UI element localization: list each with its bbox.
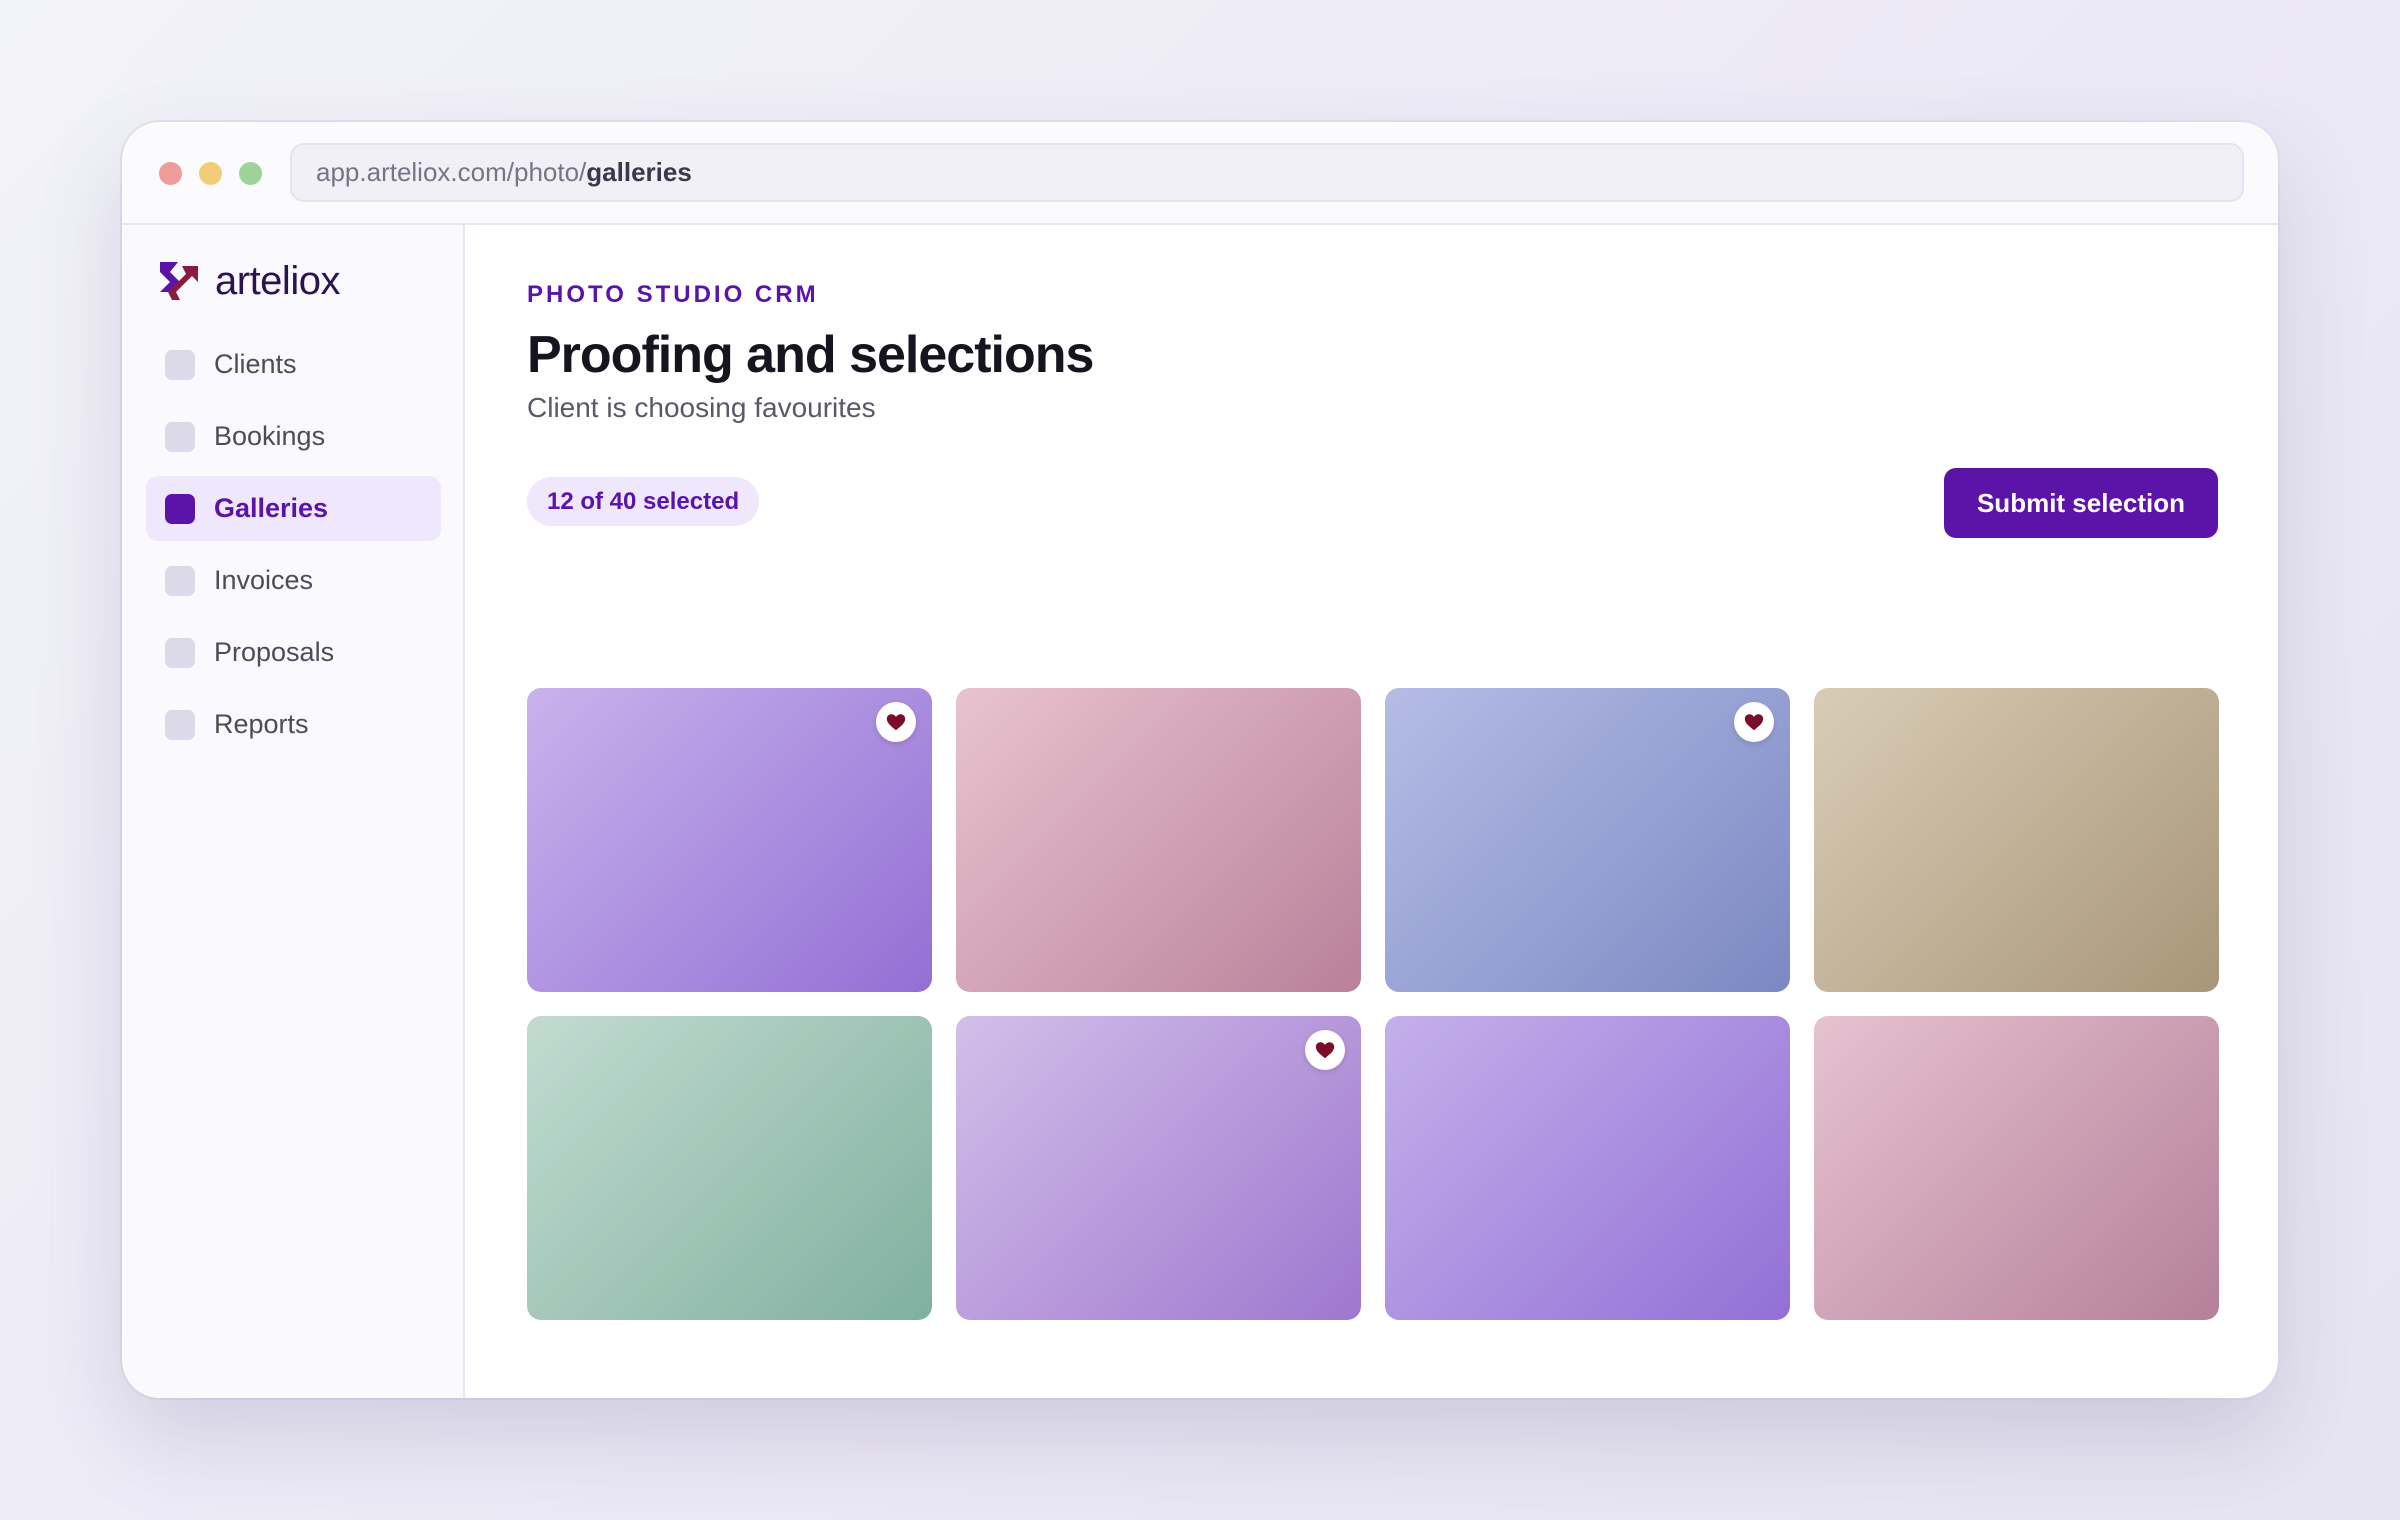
photo-tile[interactable] [1385,1016,1790,1320]
submit-selection-button[interactable]: Submit selection [1944,468,2218,538]
proposals-icon [165,637,195,668]
url-path: galleries [586,157,692,187]
photo-tile[interactable] [1385,688,1790,992]
sidebar-item-invoices[interactable]: Invoices [146,548,441,613]
brand-logo[interactable]: arteliox [156,258,340,304]
sidebar-nav: Clients Bookings Galleries Invoices Prop… [146,332,441,764]
sidebar-item-bookings[interactable]: Bookings [146,404,441,469]
heart-icon[interactable] [876,702,916,742]
page-subtitle: Client is choosing favourites [527,392,876,423]
browser-window: app.arteliox.com/photo/galleries artelio… [122,122,2278,1398]
photo-tile[interactable] [956,1016,1361,1320]
heart-icon[interactable] [1305,1030,1345,1070]
window-close-button[interactable] [159,162,182,185]
brand-name: arteliox [215,258,340,303]
sidebar-item-label: Galleries [214,493,329,523]
clients-icon [165,349,195,380]
sidebar-item-proposals[interactable]: Proposals [146,620,441,685]
window-maximize-button[interactable] [239,162,262,185]
heart-icon[interactable] [1734,702,1774,742]
photo-tile[interactable] [956,688,1361,992]
galleries-icon [165,493,195,524]
window-minimize-button[interactable] [199,162,222,185]
sidebar-item-label: Invoices [214,565,314,595]
arteliox-logo-icon [160,262,198,300]
photo-tile[interactable] [527,688,932,992]
invoices-icon [165,565,195,596]
page-title: Proofing and selections [527,326,1094,384]
sidebar-item-reports[interactable]: Reports [146,692,441,757]
page-eyebrow: PHOTO STUDIO CRM [527,281,819,308]
sidebar: arteliox Clients Bookings Galleries Invo… [122,225,465,1398]
browser-titlebar: app.arteliox.com/photo/galleries [122,122,2278,225]
photo-grid [527,688,2219,1320]
sidebar-item-clients[interactable]: Clients [146,332,441,397]
sidebar-item-label: Clients [214,349,297,379]
url-prefix: app.arteliox.com/photo/ [316,157,587,187]
bookings-icon [165,421,195,452]
photo-tile[interactable] [527,1016,932,1320]
photo-tile[interactable] [1814,1016,2219,1320]
address-bar[interactable]: app.arteliox.com/photo/galleries [290,143,2244,202]
sidebar-item-galleries[interactable]: Galleries [146,476,441,541]
sidebar-item-label: Bookings [214,421,326,451]
main-content: PHOTO STUDIO CRM Proofing and selections… [467,225,2278,1398]
selection-count-badge: 12 of 40 selected [527,477,760,526]
photo-tile[interactable] [1814,688,2219,992]
reports-icon [165,709,195,740]
sidebar-item-label: Reports [214,709,309,739]
sidebar-item-label: Proposals [214,637,335,667]
